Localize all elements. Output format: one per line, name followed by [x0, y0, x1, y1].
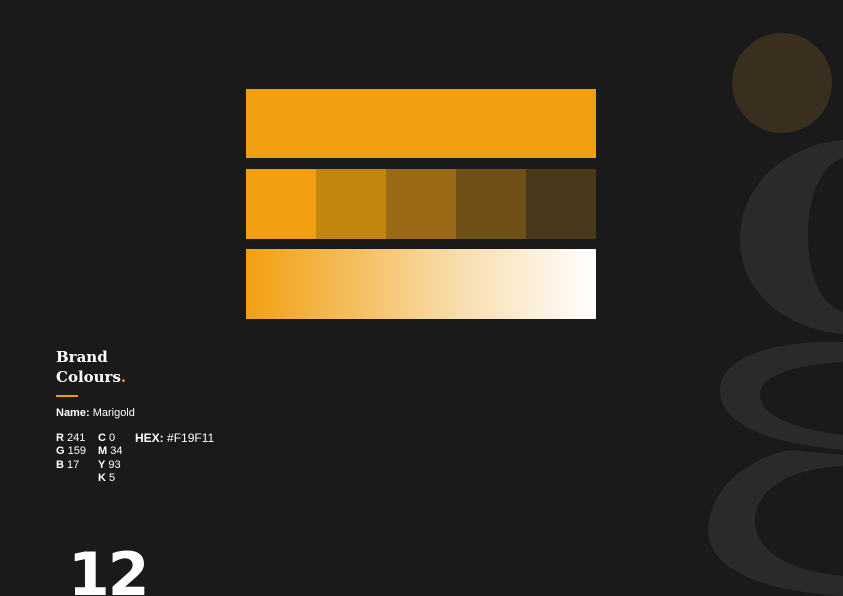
shade-swatch: [246, 169, 316, 239]
section-title-line2: Colours: [56, 368, 121, 386]
title-accent-dot: .: [120, 368, 127, 386]
shade-swatch: [386, 169, 456, 239]
cmyk-value: 34: [110, 445, 123, 458]
cmyk-row: Y 93: [98, 459, 122, 472]
rgb-value: 17: [67, 458, 80, 471]
cmyk-row: M 34: [98, 445, 122, 458]
hex-value: #F19F11: [167, 431, 215, 445]
rgb-value: 159: [67, 445, 86, 458]
cmyk-label: K: [98, 471, 106, 484]
shade-swatch-row: [246, 169, 596, 239]
rgb-values: R 241 G 159 B 17: [56, 432, 86, 472]
section-title: Brand Colours.: [56, 347, 126, 387]
colour-name-value: Marigold: [92, 407, 135, 419]
cmyk-row: K 5: [98, 472, 122, 485]
section-title-line1: Brand: [56, 348, 108, 366]
rgb-row: B 17: [56, 459, 86, 472]
cmyk-value: 5: [109, 471, 116, 484]
rgb-row: R 241: [56, 432, 86, 445]
rgb-label: B: [56, 458, 64, 471]
rgb-label: R: [56, 432, 64, 444]
rgb-row: G 159: [56, 445, 86, 458]
primary-colour-swatch: [246, 89, 596, 158]
hex-value-line: HEX: #F19F11: [135, 431, 215, 445]
cmyk-row: C 0: [98, 432, 122, 445]
brand-colours-page: Brand Colours. Name: Marigold R 241 G 15…: [0, 0, 843, 596]
cmyk-label: Y: [98, 458, 106, 471]
accent-divider: [56, 395, 78, 397]
tint-gradient-swatch: [246, 249, 596, 319]
shade-swatch: [316, 169, 386, 239]
colour-name: Name: Marigold: [56, 407, 135, 419]
hex-label: HEX:: [135, 431, 164, 445]
shade-swatch: [526, 169, 596, 239]
colour-name-label: Name:: [56, 407, 90, 419]
cmyk-label: M: [98, 445, 108, 458]
decorative-letter-g: [708, 140, 843, 596]
cmyk-value: 93: [108, 458, 121, 471]
shade-swatch: [456, 169, 526, 239]
cmyk-values: C 0 M 34 Y 93 K 5: [98, 432, 122, 485]
cmyk-label: C: [98, 432, 106, 444]
page-number: 12: [68, 540, 149, 596]
cmyk-value: 0: [109, 432, 116, 444]
rgb-value: 241: [67, 432, 86, 444]
rgb-label: G: [56, 445, 65, 458]
